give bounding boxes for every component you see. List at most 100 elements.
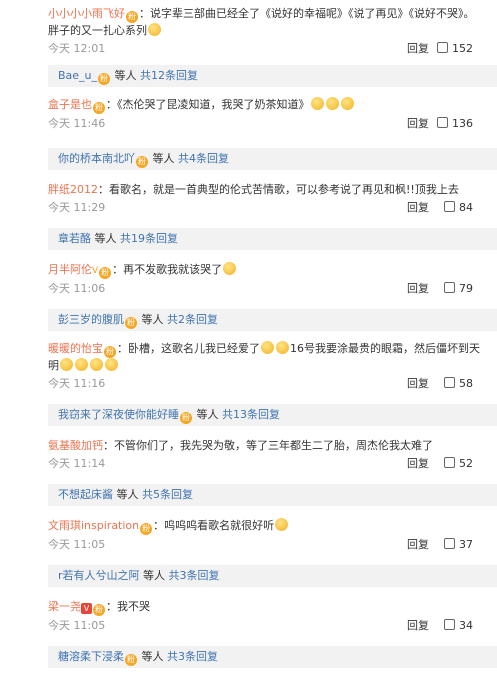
reply-summary[interactable]: r若有人兮山之阿 等人 共3条回复: [48, 565, 497, 587]
timestamp: 今天 11:05: [48, 619, 106, 632]
reply-count-link[interactable]: 共13条回复: [222, 408, 280, 421]
comment-meta: 今天 11:16 回复 58: [48, 374, 485, 394]
like-count: 152: [452, 42, 473, 55]
shocked-emoji-icon: [90, 358, 103, 371]
comment-item: 文雨琪inspiration 粉：呜呜呜看歌名就很好听 今天 11:05 回复 3…: [0, 506, 497, 555]
username[interactable]: 胖纸2012: [48, 183, 98, 196]
like-button[interactable]: 52: [444, 454, 473, 474]
reply-summary[interactable]: Bae_u_ 粉 等人 共12条回复: [48, 65, 497, 87]
comment-body: 暖暖的怡宝粉：卧槽，这歌名儿我已经爱了 16号我要涂最贵的眼霜，然后僵坏到天明: [48, 341, 485, 374]
reply-others: 等人: [91, 232, 120, 245]
reply-others: 等人: [139, 569, 169, 582]
fan-badge-icon: 粉: [104, 346, 116, 358]
username[interactable]: 暖暖的怡宝: [48, 342, 103, 355]
reply-button[interactable]: 回复: [407, 535, 429, 555]
like-count: 34: [459, 619, 473, 632]
username[interactable]: 文雨琪inspiration: [48, 519, 139, 532]
reply-others: 等人: [193, 408, 222, 421]
reply-button[interactable]: 回复: [407, 374, 429, 394]
reply-summary[interactable]: 你的桥本南北吖粉 等人 共4条回复: [48, 148, 497, 170]
like-count: 79: [459, 282, 473, 295]
comment-body: 胖纸2012：看歌名，就是一首典型的伦式苦情歌，可以参考说了再见和枫!!顶我上去: [48, 182, 485, 198]
verified-icon: V: [92, 266, 99, 276]
fan-badge-icon: 粉: [140, 523, 153, 535]
reply-others: 等人: [111, 69, 141, 82]
comment-text: ：再不发歌我就该哭了: [112, 263, 223, 276]
username[interactable]: 盒子是也: [48, 98, 92, 111]
comment-body: 小小小小雨飞好粉：说字辈三部曲已经全了《说好的幸福呢》《说了再见》《说好不哭》。…: [48, 6, 485, 39]
reply-summary[interactable]: 我窃来了深夜使你能好睡粉 等人 共13条回复: [48, 404, 497, 426]
comment-meta: 今天 12:01 回复 152: [48, 39, 485, 59]
username[interactable]: 氨基酸加钙: [48, 439, 103, 452]
like-button[interactable]: 58: [444, 374, 473, 394]
comment-text: ：卧槽，这歌名儿我已经爱了: [117, 342, 260, 355]
fan-badge-icon: 粉: [93, 102, 105, 114]
comment-item: 小小小小雨飞好粉：说字辈三部曲已经全了《说好的幸福呢》《说了再见》《说好不哭》。…: [0, 0, 497, 59]
reply-username[interactable]: r若有人兮山之阿: [58, 569, 140, 582]
comment-body: 氨基酸加钙：不管你们了，我先哭为敬，等了三年都生二了胎，周杰伦我太难了: [48, 438, 485, 454]
reply-others: 等人: [138, 313, 167, 326]
like-count: 58: [459, 377, 473, 390]
vip-badge-icon: V: [81, 603, 92, 614]
reply-others: 等人: [138, 650, 167, 663]
reply-username[interactable]: 彭三岁的腹肌: [58, 313, 124, 326]
comment-item: 氨基酸加钙：不管你们了，我先哭为敬，等了三年都生二了胎，周杰伦我太难了 今天 1…: [0, 426, 497, 474]
like-button[interactable]: 84: [444, 198, 473, 218]
username[interactable]: 月半阿伦: [48, 263, 92, 276]
reply-summary[interactable]: 不想起床酱 等人 共5条回复: [48, 484, 497, 506]
comment-item: 梁一尧 V 粉：我不哭 今天 11:05 回复 34: [0, 587, 497, 636]
fan-badge-icon: 粉: [99, 267, 112, 279]
reply-button[interactable]: 回复: [407, 198, 429, 218]
like-button[interactable]: 37: [444, 535, 473, 555]
thumbs-up-icon: [444, 282, 455, 293]
reply-button[interactable]: 回复: [407, 39, 429, 59]
like-count: 136: [452, 117, 473, 130]
sad-emoji-icon: [223, 262, 237, 275]
timestamp: 今天 11:46: [48, 117, 106, 130]
reply-username[interactable]: 不想起床酱: [58, 488, 113, 501]
reply-count-link[interactable]: 共4条回复: [178, 152, 229, 165]
reply-button[interactable]: 回复: [407, 279, 429, 299]
fan-badge-icon: 粉: [180, 412, 192, 424]
reply-summary[interactable]: 彭三岁的腹肌粉 等人 共2条回复: [48, 309, 497, 331]
reply-count-link[interactable]: 共3条回复: [167, 650, 218, 663]
reply-username[interactable]: 章若酪: [58, 232, 91, 245]
comment-item: 胖纸2012：看歌名，就是一首典型的伦式苦情歌，可以参考说了再见和枫!!顶我上去…: [0, 170, 497, 218]
thumbs-up-icon: [444, 201, 455, 212]
comment-item: 暖暖的怡宝粉：卧槽，这歌名儿我已经爱了 16号我要涂最贵的眼霜，然后僵坏到天明 今…: [0, 331, 497, 394]
comment-body: 月半阿伦V 粉：再不发歌我就该哭了: [48, 262, 485, 279]
reply-summary[interactable]: 章若酪 等人 共19条回复: [48, 228, 497, 250]
reply-username[interactable]: 糖溶柔下浸柔: [58, 650, 124, 663]
thumbs-up-icon: [444, 457, 455, 468]
fan-badge-icon: 粉: [98, 73, 111, 85]
like-button[interactable]: 79: [444, 279, 473, 299]
comment-text: ：呜呜呜看歌名就很好听: [153, 519, 275, 532]
sad-emoji-icon: [310, 97, 324, 110]
reply-count-link[interactable]: 共19条回复: [120, 232, 178, 245]
reply-username[interactable]: 你的桥本南北吖: [58, 152, 135, 165]
comment-text: ：看歌名，就是一首典型的伦式苦情歌，可以参考说了再见和枫!!顶我上去: [98, 183, 459, 196]
like-button[interactable]: 34: [444, 616, 473, 636]
thumbs-up-icon: [444, 619, 455, 630]
crying-emoji-icon: [275, 518, 289, 531]
like-button[interactable]: 136: [437, 114, 473, 134]
reply-count-link[interactable]: 共5条回复: [142, 488, 193, 501]
reply-count-link[interactable]: 共2条回复: [167, 313, 218, 326]
reply-button[interactable]: 回复: [407, 454, 429, 474]
reply-button[interactable]: 回复: [407, 114, 429, 134]
reply-count-link[interactable]: 共3条回复: [169, 569, 220, 582]
comment-meta: 今天 11:06 回复 79: [48, 279, 485, 299]
thumbs-up-icon: [444, 538, 455, 549]
reply-summary[interactable]: 糖溶柔下浸柔粉 等人 共3条回复: [48, 646, 497, 668]
reply-username[interactable]: Bae_u_: [58, 69, 97, 82]
reply-count-link[interactable]: 共12条回复: [140, 69, 198, 82]
username[interactable]: 小小小小雨飞好: [48, 7, 125, 20]
reply-button[interactable]: 回复: [407, 616, 429, 636]
fan-badge-icon: 粉: [125, 654, 137, 666]
fan-badge-icon: 粉: [136, 156, 148, 168]
username[interactable]: 梁一尧: [48, 600, 81, 613]
like-button[interactable]: 152: [437, 39, 473, 59]
timestamp: 今天 11:16: [48, 377, 106, 390]
reply-username[interactable]: 我窃来了深夜使你能好睡: [58, 408, 179, 421]
shocked-emoji-icon: [60, 358, 73, 371]
